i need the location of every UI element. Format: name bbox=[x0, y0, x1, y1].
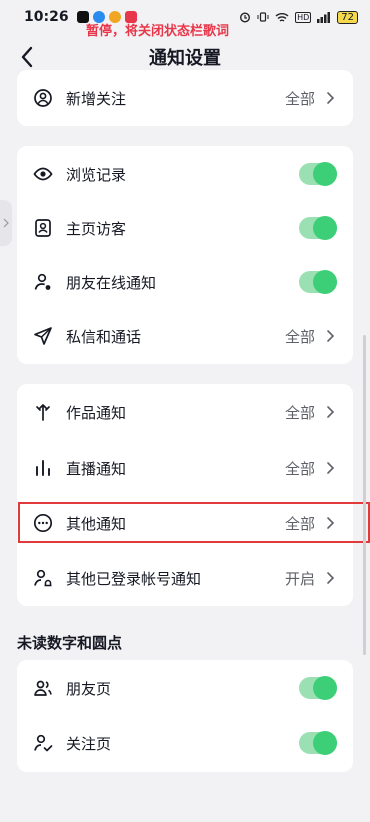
status-indicators: HD 72 bbox=[239, 10, 358, 24]
scrollbar[interactable] bbox=[363, 335, 366, 655]
battery-indicator: 72 bbox=[337, 10, 358, 24]
signal-icon bbox=[317, 11, 331, 23]
chevron-right-icon bbox=[327, 92, 335, 104]
setting-friends-page: 朋友页 bbox=[17, 660, 353, 716]
setting-browsing-history: 浏览记录 bbox=[17, 146, 353, 202]
setting-value: 全部 bbox=[284, 403, 315, 422]
setting-messages-calls[interactable]: 私信和通话 全部 bbox=[17, 308, 353, 364]
setting-label: 作品通知 bbox=[66, 403, 127, 422]
bars-icon bbox=[33, 458, 53, 478]
setting-new-followers[interactable]: 新增关注 全部 bbox=[17, 70, 353, 126]
person-dot-icon bbox=[33, 272, 53, 292]
setting-value: 全部 bbox=[284, 327, 315, 346]
chevron-right-icon bbox=[327, 330, 335, 342]
side-edge-handle[interactable] bbox=[0, 200, 12, 246]
status-time: 10:26 bbox=[24, 9, 69, 25]
person-check-icon bbox=[33, 733, 53, 753]
setting-works-notifications[interactable]: 作品通知 全部 bbox=[17, 384, 353, 440]
setting-value: 全部 bbox=[284, 459, 315, 478]
setting-label: 关注页 bbox=[66, 734, 112, 753]
setting-other-accounts[interactable]: 其他已登录帐号通知 开启 bbox=[17, 550, 353, 606]
toggle-knob bbox=[313, 676, 337, 700]
toggle-knob bbox=[313, 216, 337, 240]
setting-label: 朋友页 bbox=[66, 679, 112, 698]
friends-page-toggle[interactable] bbox=[299, 676, 337, 700]
settings-group-content: 作品通知 全部 直播通知 全部 其他通知 全部 其他已登录帐号通知 开启 bbox=[17, 384, 353, 606]
profile-card-icon bbox=[33, 218, 53, 238]
setting-friends-online: 朋友在线通知 bbox=[17, 254, 353, 310]
settings-group-follow: 新增关注 全部 bbox=[17, 70, 353, 126]
profile-visitors-toggle[interactable] bbox=[299, 216, 337, 240]
settings-group-activity: 浏览记录 主页访客 朋友在线通知 私信和通话 全部 bbox=[17, 146, 353, 364]
highlight-box bbox=[18, 502, 370, 543]
setting-label: 朋友在线通知 bbox=[66, 273, 157, 292]
toggle-knob bbox=[313, 162, 337, 186]
chevron-right-small-icon bbox=[3, 218, 9, 228]
setting-profile-visitors: 主页访客 bbox=[17, 200, 353, 256]
setting-label: 浏览记录 bbox=[66, 165, 127, 184]
person-bell-icon bbox=[33, 568, 53, 588]
section-title-unread: 未读数字和圆点 bbox=[17, 634, 123, 652]
setting-label: 私信和通话 bbox=[66, 327, 142, 346]
setting-live-notifications[interactable]: 直播通知 全部 bbox=[17, 440, 353, 496]
toggle-knob bbox=[313, 270, 337, 294]
following-page-toggle[interactable] bbox=[299, 731, 337, 755]
setting-following-page: 关注页 bbox=[17, 715, 353, 771]
alarm-icon bbox=[240, 12, 251, 23]
wifi-icon bbox=[275, 12, 289, 22]
friends-online-toggle[interactable] bbox=[299, 270, 337, 294]
setting-value: 全部 bbox=[284, 89, 315, 108]
setting-label: 直播通知 bbox=[66, 459, 127, 478]
chevron-left-icon bbox=[21, 46, 33, 68]
chevron-right-icon bbox=[327, 572, 335, 584]
setting-label: 新增关注 bbox=[66, 89, 127, 108]
paper-plane-icon bbox=[33, 326, 53, 346]
setting-label: 主页访客 bbox=[66, 219, 127, 238]
browsing-history-toggle[interactable] bbox=[299, 162, 337, 186]
setting-value: 开启 bbox=[284, 569, 315, 588]
back-button[interactable] bbox=[14, 44, 40, 70]
page-title: 通知设置 bbox=[149, 48, 221, 69]
chevron-right-icon bbox=[327, 406, 335, 418]
eye-icon bbox=[33, 164, 53, 184]
settings-group-unread: 朋友页 关注页 bbox=[17, 660, 353, 772]
sparkle-icon bbox=[33, 402, 53, 422]
toggle-knob bbox=[313, 731, 337, 755]
vibrate-icon bbox=[257, 12, 269, 22]
person-circle-icon bbox=[33, 88, 53, 108]
people-icon bbox=[33, 678, 53, 698]
setting-label: 其他已登录帐号通知 bbox=[66, 569, 202, 588]
chevron-right-icon bbox=[327, 462, 335, 474]
hd-badge: HD bbox=[295, 11, 312, 23]
